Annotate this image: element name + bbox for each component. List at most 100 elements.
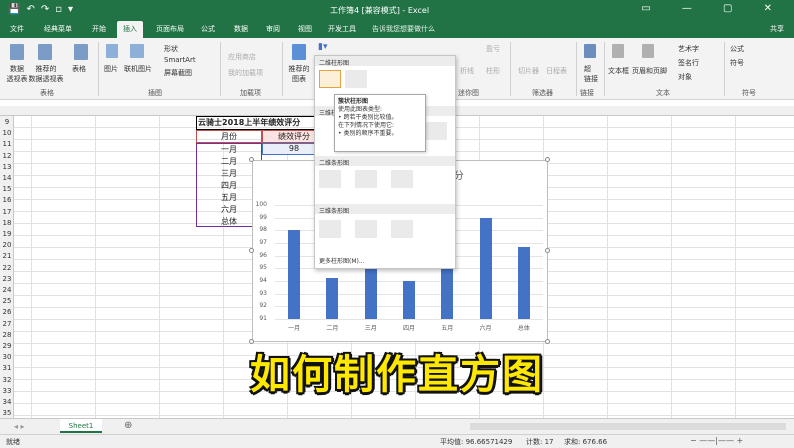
sheet-tab-sheet1[interactable]: Sheet1 <box>60 419 102 433</box>
chart-bar[interactable] <box>517 246 530 319</box>
row-number[interactable]: 10 <box>0 129 14 137</box>
row-number[interactable]: 26 <box>0 308 14 316</box>
column-chart-dropdown-icon[interactable]: ▮▾ <box>318 42 327 52</box>
tab-insert[interactable]: 插入 <box>117 21 143 38</box>
zoom-slider[interactable]: − ——|—— + <box>690 436 743 445</box>
stacked-column-icon[interactable] <box>345 70 367 88</box>
recommended-charts-button[interactable]: 推荐的 图表 <box>286 64 312 84</box>
month-cell[interactable]: 一月 <box>196 144 262 155</box>
tab-view[interactable]: 视图 <box>298 24 312 34</box>
more-column-charts-link[interactable]: 更多柱形图(M)... <box>319 256 365 265</box>
hyperlink-button[interactable]: 超 链接 <box>584 64 598 84</box>
tab-page-layout[interactable]: 页面布局 <box>156 24 184 34</box>
smartart-button[interactable]: SmartArt <box>164 56 196 64</box>
window-controls[interactable]: ▭ — ▢ ✕ <box>641 3 786 14</box>
pictures-button[interactable]: 图片 <box>104 64 118 74</box>
row-number[interactable]: 15 <box>0 185 14 193</box>
tab-classic-menu[interactable]: 经典菜单 <box>44 24 72 34</box>
row-number[interactable]: 27 <box>0 320 14 328</box>
tooltip-line-4: • 类别的顺序不重要。 <box>338 130 398 137</box>
y-tick-label: 93 <box>259 289 267 297</box>
signature-line-button[interactable]: 签名行 <box>678 58 699 68</box>
resize-handle-tl[interactable] <box>249 157 254 162</box>
row-number[interactable]: 19 <box>0 230 14 238</box>
chart-type-tooltip: 簇状柱形图 使用此图表类型: • 跨若干类别比较值。 在下列情况下使用它: • … <box>334 94 426 152</box>
tab-file[interactable]: 文件 <box>10 24 24 34</box>
y-tick-label: 96 <box>259 251 267 259</box>
row-number[interactable]: 20 <box>0 241 14 249</box>
chart-bar[interactable] <box>288 230 301 319</box>
chart-bar[interactable] <box>326 278 339 319</box>
tab-review[interactable]: 审阅 <box>266 24 280 34</box>
column-sparkline-button[interactable]: 柱形 <box>486 66 500 76</box>
title-bar: 💾↶↷▫▾ 工作簿4 [兼容模式] - Excel ▭ — ▢ ✕ <box>0 0 794 20</box>
tab-home[interactable]: 开始 <box>92 24 106 34</box>
resize-handle-ml[interactable] <box>249 248 254 253</box>
tell-me-search[interactable]: 告诉我您想要做什么 <box>372 24 435 34</box>
row-number[interactable]: 14 <box>0 174 14 182</box>
recommended-pivot-button[interactable]: 推荐的 数据透视表 <box>28 64 64 84</box>
chart-bar[interactable] <box>364 265 377 319</box>
pivot-table-button[interactable]: 数据 透视表 <box>4 64 30 84</box>
row-number[interactable]: 9 <box>0 118 14 126</box>
group-label-text: 文本 <box>656 89 670 97</box>
horizontal-scrollbar[interactable] <box>470 423 786 430</box>
row-number[interactable]: 23 <box>0 275 14 283</box>
online-pictures-button[interactable]: 联机图片 <box>124 64 152 74</box>
video-caption: 如何制作直方图 <box>250 352 544 398</box>
add-sheet-icon[interactable]: ⊕ <box>124 420 132 431</box>
3d-column-icon[interactable] <box>425 122 447 140</box>
resize-handle-mr[interactable] <box>545 248 550 253</box>
stacked-bar-icon[interactable] <box>355 170 377 188</box>
group-label-links: 链接 <box>580 89 594 97</box>
screenshot-button[interactable]: 屏幕截图 <box>164 68 192 78</box>
resize-handle-tr[interactable] <box>545 157 550 162</box>
object-button[interactable]: 对象 <box>678 72 692 82</box>
tab-developer[interactable]: 开发工具 <box>328 24 356 34</box>
recommended-pivot-icon <box>38 44 52 60</box>
chart-bar[interactable] <box>479 217 492 319</box>
row-number[interactable]: 24 <box>0 286 14 294</box>
winloss-sparkline-button[interactable]: 盈亏 <box>486 44 500 54</box>
y-tick-label: 91 <box>259 315 267 322</box>
window-title: 工作簿4 [兼容模式] - Excel <box>330 6 430 15</box>
3d-clustered-bar-icon[interactable] <box>319 220 341 238</box>
symbol-button[interactable]: 符号 <box>730 58 744 68</box>
row-number[interactable]: 28 <box>0 331 14 339</box>
hyperlink-icon <box>584 44 596 58</box>
row-number[interactable]: 11 <box>0 140 14 148</box>
line-sparkline-button[interactable]: 折线 <box>460 66 474 76</box>
clustered-bar-icon[interactable] <box>319 170 341 188</box>
sheet-nav-arrows[interactable]: ◂ ▸ <box>14 422 25 431</box>
store-button[interactable]: 应用商店 <box>228 52 256 62</box>
tab-data[interactable]: 数据 <box>234 24 248 34</box>
status-ready: 就绪 <box>6 438 20 446</box>
x-axis-label: 总体 <box>517 325 530 332</box>
my-addins-button[interactable]: 我的加载项 <box>228 68 263 78</box>
row-number[interactable]: 22 <box>0 264 14 272</box>
wordart-button[interactable]: 艺术字 <box>678 44 699 54</box>
quick-access-toolbar[interactable]: 💾↶↷▫▾ <box>8 4 79 15</box>
clustered-column-icon[interactable] <box>319 70 341 88</box>
shapes-button[interactable]: 形状 <box>164 44 178 54</box>
row-number[interactable]: 16 <box>0 196 14 204</box>
table-button[interactable]: 表格 <box>72 64 86 74</box>
share-button[interactable]: 共享 <box>770 24 784 34</box>
3d-100-stacked-bar-icon[interactable] <box>391 220 413 238</box>
textbox-button[interactable]: 文本框 <box>608 66 629 76</box>
row-number[interactable]: 13 <box>0 163 14 171</box>
row-number[interactable]: 35 <box>0 409 14 417</box>
tab-formulas[interactable]: 公式 <box>201 24 215 34</box>
chart-bar[interactable] <box>403 281 415 319</box>
row-number[interactable]: 12 <box>0 152 14 160</box>
row-number[interactable]: 21 <box>0 252 14 260</box>
slicer-button[interactable]: 切片器 <box>518 66 539 76</box>
row-number[interactable]: 25 <box>0 297 14 305</box>
timeline-button[interactable]: 日程表 <box>546 66 567 76</box>
3d-stacked-bar-icon[interactable] <box>355 220 377 238</box>
row-number[interactable]: 17 <box>0 208 14 216</box>
header-footer-button[interactable]: 页眉和页脚 <box>632 66 667 76</box>
row-number[interactable]: 18 <box>0 219 14 227</box>
100-stacked-bar-icon[interactable] <box>391 170 413 188</box>
equation-button[interactable]: 公式 <box>730 44 744 54</box>
